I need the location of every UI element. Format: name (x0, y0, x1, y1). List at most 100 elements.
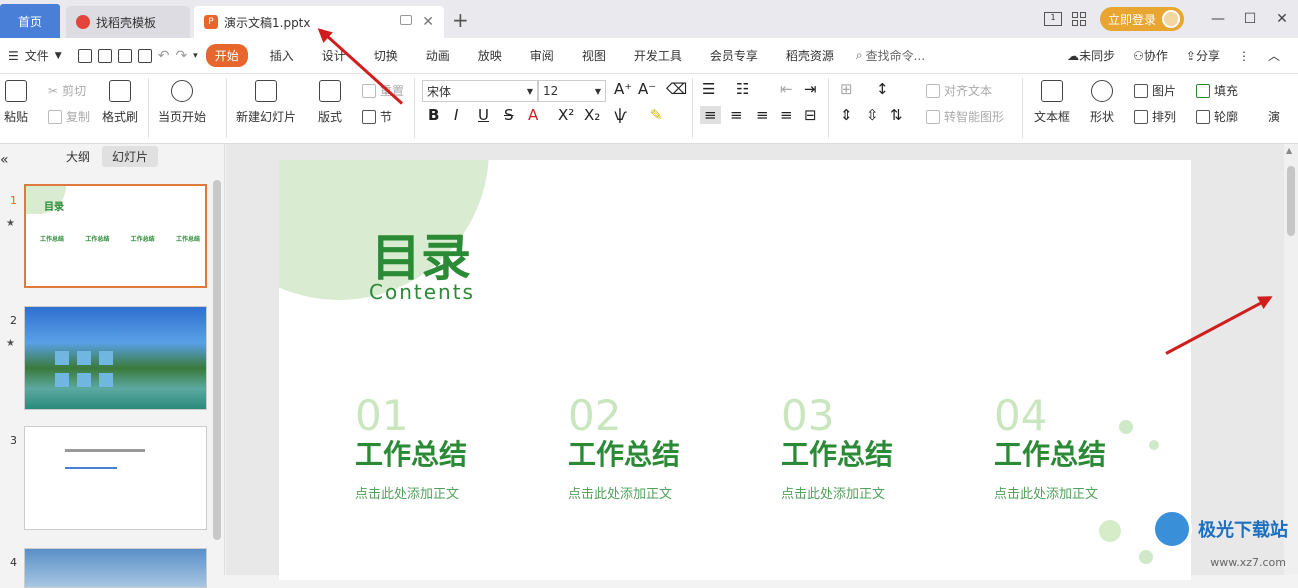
font-select[interactable]: 宋体▼ (422, 80, 538, 102)
menu-review[interactable]: 审阅 (516, 47, 568, 64)
para-spacing-icon[interactable]: ⇕ (840, 106, 853, 124)
copy-button[interactable]: 复制 (48, 108, 90, 125)
menu-view[interactable]: 视图 (568, 47, 620, 64)
arrange-button[interactable]: 排列 (1134, 108, 1176, 125)
tab-home[interactable]: 首页 (0, 4, 60, 38)
italic-icon[interactable]: I (454, 106, 458, 124)
align-right-icon[interactable]: ≡ (756, 106, 769, 124)
from-current-button[interactable]: 当页开始 (158, 74, 206, 125)
menu-start[interactable]: 开始 (206, 44, 248, 67)
distribute-icon[interactable]: ⊟ (804, 106, 817, 124)
export-icon[interactable] (98, 49, 112, 63)
slide-subtitle[interactable]: Contents (369, 280, 475, 304)
slide-thumbnail-2[interactable] (24, 306, 207, 410)
section-button[interactable]: 节 (362, 108, 392, 125)
apps-icon[interactable] (1072, 12, 1086, 26)
phonetic-icon[interactable]: ѱ (614, 106, 627, 124)
layout-icon[interactable]: 1 (1044, 12, 1062, 26)
collapse-panel-icon[interactable]: « (0, 152, 9, 168)
line-spacing-icon[interactable]: ↕ (876, 80, 889, 98)
align-text-button[interactable]: 对齐文本 (926, 82, 992, 99)
menu-transition[interactable]: 切换 (360, 47, 412, 64)
spacing-icon[interactable]: ⇳ (866, 106, 879, 124)
bullets-icon[interactable]: ☰ (702, 80, 715, 98)
superscript-icon[interactable]: X² (558, 106, 574, 124)
preview-icon[interactable] (138, 49, 152, 63)
more-ribbon-button[interactable]: 演 (1268, 108, 1280, 125)
command-search[interactable]: ⌕查找命令... (856, 47, 925, 64)
print-icon[interactable] (118, 49, 132, 63)
panel-scrollbar[interactable] (213, 180, 221, 540)
slide-thumbnail-4[interactable] (24, 548, 207, 588)
scroll-thumb[interactable] (1287, 166, 1295, 236)
layout-button[interactable]: 版式 (318, 74, 342, 125)
underline-icon[interactable]: U (478, 106, 489, 124)
menu-docer[interactable]: 稻壳资源 (772, 47, 848, 64)
sync-status[interactable]: ☁未同步 (1067, 47, 1115, 64)
popout-icon[interactable] (400, 15, 412, 25)
menu-slideshow[interactable]: 放映 (464, 47, 516, 64)
bold-icon[interactable]: B (428, 106, 439, 124)
numbering-icon[interactable]: ☷ (736, 80, 749, 98)
highlight-icon[interactable]: ✎ (650, 106, 663, 124)
hamburger-icon[interactable]: ☰ (8, 49, 19, 63)
align-left-icon[interactable]: ≡ (700, 106, 721, 124)
format-painter-button[interactable]: 格式刷 (102, 74, 138, 125)
collab-button[interactable]: ⚇协作 (1133, 47, 1168, 64)
maximize-button[interactable]: ☐ (1234, 11, 1266, 27)
minimize-button[interactable]: — (1202, 11, 1234, 27)
login-button[interactable]: 立即登录 (1100, 7, 1184, 31)
share-button[interactable]: ⇪分享 (1186, 47, 1220, 64)
tab-slides[interactable]: 幻灯片 (102, 146, 158, 167)
redo-icon[interactable]: ↷ (175, 48, 187, 64)
justify-icon[interactable]: ≡ (780, 106, 793, 124)
subscript-icon[interactable]: X₂ (584, 106, 600, 124)
save-icon[interactable] (78, 49, 92, 63)
more-icon[interactable]: ⋮ (1238, 49, 1250, 63)
indent-icon[interactable]: ⇥ (804, 80, 817, 98)
slide-canvas[interactable]: 目录 Contents 01 工作总结 点击此处添加正文 02 工作总结 点击此… (226, 144, 1284, 575)
align-center-icon[interactable]: ≡ (730, 106, 743, 124)
collapse-ribbon-icon[interactable]: ︿ (1268, 47, 1280, 64)
shape-icon (1091, 80, 1113, 102)
clear-format-icon[interactable]: ⌫ (666, 80, 687, 98)
menu-file[interactable]: 文件 (25, 47, 49, 64)
menu-animation[interactable]: 动画 (412, 47, 464, 64)
tab-outline[interactable]: 大纲 (56, 146, 100, 167)
close-tab-icon[interactable]: ✕ (422, 14, 434, 30)
scroll-up-icon[interactable]: ▲ (1286, 146, 1292, 155)
toc-item[interactable]: 03 工作总结 点击此处添加正文 (781, 395, 941, 502)
shrink-font-icon[interactable]: A⁻ (638, 80, 656, 98)
outdent-icon[interactable]: ⇤ (780, 80, 793, 98)
customize-icon[interactable]: ▾ (193, 51, 198, 61)
toc-item[interactable]: 01 工作总结 点击此处添加正文 (355, 395, 515, 502)
menu-insert[interactable]: 插入 (256, 47, 308, 64)
text-direction-icon[interactable]: ⊞ (840, 80, 853, 98)
new-tab-button[interactable]: + (452, 8, 469, 32)
paste-button[interactable]: 粘贴 (4, 74, 28, 125)
font-color-icon[interactable]: A (528, 106, 538, 124)
menu-developer[interactable]: 开发工具 (620, 47, 696, 64)
fill-button[interactable]: 填充 (1196, 82, 1238, 99)
close-window-button[interactable]: ✕ (1266, 11, 1298, 27)
undo-icon[interactable]: ↶ (158, 48, 170, 64)
toc-item[interactable]: 04 工作总结 点击此处添加正文 (994, 395, 1154, 502)
tab-template[interactable]: 找稻壳模板 (66, 6, 190, 38)
textbox-button[interactable]: 文本框 (1034, 74, 1070, 125)
slide-thumbnail-3[interactable] (24, 426, 207, 530)
line-height-icon[interactable]: ⇅ (890, 106, 903, 124)
strike-icon[interactable]: S (504, 106, 514, 124)
chevron-down-icon[interactable]: ▼ (55, 51, 62, 61)
cut-button[interactable]: ✂剪切 (48, 82, 86, 99)
slide-thumbnail-1[interactable]: 目录 工作总结工作总结工作总结工作总结 (24, 184, 207, 288)
shape-button[interactable]: 形状 (1090, 74, 1114, 125)
picture-button[interactable]: 图片 (1134, 82, 1176, 99)
menu-member[interactable]: 会员专享 (696, 47, 772, 64)
toc-item[interactable]: 02 工作总结 点击此处添加正文 (568, 395, 728, 502)
grow-font-icon[interactable]: A⁺ (614, 80, 632, 98)
smart-art-button[interactable]: 转智能图形 (926, 108, 1004, 125)
current-slide[interactable]: 目录 Contents 01 工作总结 点击此处添加正文 02 工作总结 点击此… (279, 160, 1191, 580)
size-select[interactable]: 12▼ (538, 80, 606, 102)
new-slide-button[interactable]: 新建幻灯片 (236, 74, 296, 125)
outline-button[interactable]: 轮廓 (1196, 108, 1238, 125)
